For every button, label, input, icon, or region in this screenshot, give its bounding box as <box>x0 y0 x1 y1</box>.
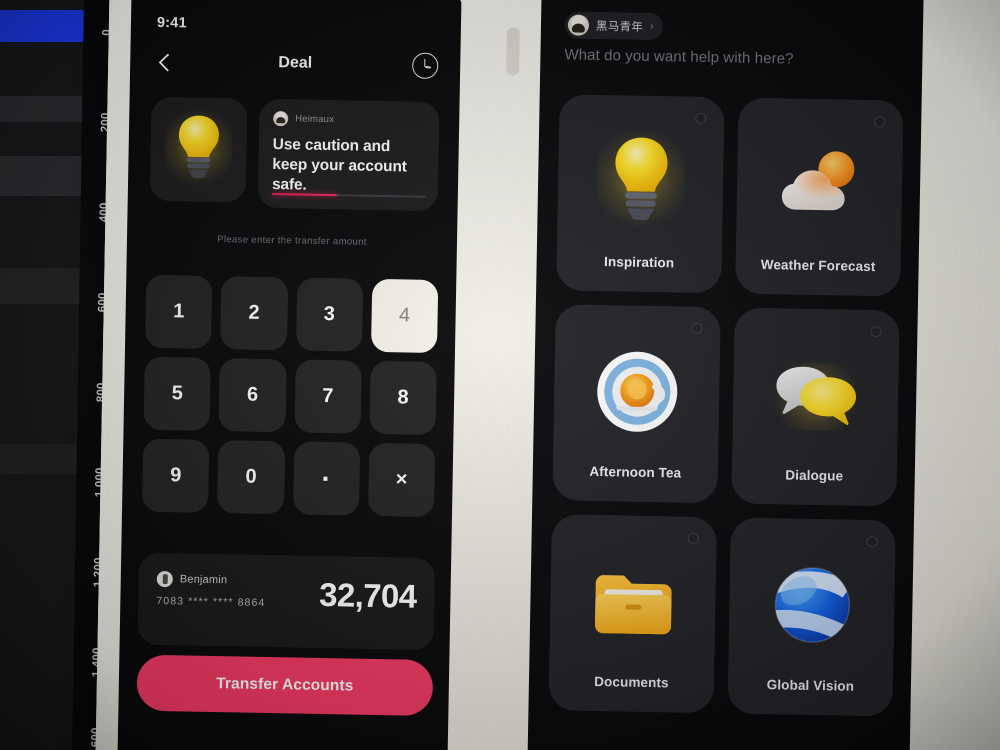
keypad-key-8[interactable]: 8 <box>369 360 437 436</box>
assistant-prompt: What do you want help with here? <box>564 46 794 68</box>
tile-label: Weather Forecast <box>760 256 876 275</box>
right-phone-artboard: 9:41 黑马青年 › What do you want help with h… <box>526 0 925 750</box>
tile-inspiration[interactable]: Inspiration <box>556 94 725 294</box>
person-avatar-icon <box>156 570 173 588</box>
tile-corner-dot <box>870 325 882 338</box>
amount-hint: Please enter the transfer amount <box>217 234 367 248</box>
tile-documents[interactable]: Documents <box>548 514 718 714</box>
user-name: 黑马青年 <box>595 20 644 34</box>
user-avatar-icon <box>567 14 590 36</box>
transfer-accounts-button[interactable]: Transfer Accounts <box>136 654 434 717</box>
design-canvas: 画板 9:41 Deal <box>94 0 1000 750</box>
keypad-key-3[interactable]: 3 <box>295 277 364 352</box>
lightbulb-icon <box>164 103 234 190</box>
tile-label: Global Vision <box>766 677 855 694</box>
status-time: 9:41 <box>156 14 187 32</box>
layer-row[interactable] <box>0 268 92 304</box>
tile-corner-dot <box>866 535 878 548</box>
numeric-keypad: 1 2 3 4 5 6 7 8 9 0 · × <box>142 274 439 518</box>
sun-behind-cloud-icon <box>773 138 867 232</box>
tile-weather-forecast[interactable]: Weather Forecast <box>735 97 904 297</box>
left-phone-artboard: 9:41 Deal Heimaux Use caution and keep y… <box>117 0 462 750</box>
account-summary[interactable]: Benjamin 7083 **** **** 8864 32,704 <box>137 552 436 651</box>
tile-corner-dot <box>687 532 699 544</box>
tile-label: Documents <box>594 673 669 691</box>
warning-message: Use caution and keep your account safe. <box>271 136 407 194</box>
tile-label: Inspiration <box>603 254 675 271</box>
layer-row[interactable] <box>0 96 92 122</box>
keypad-key-7[interactable]: 7 <box>293 359 362 434</box>
folder-icon <box>586 555 680 649</box>
tile-corner-dot <box>874 116 886 128</box>
navigation-bar: Deal <box>130 44 461 88</box>
tile-corner-dot <box>695 112 707 124</box>
warning-card-header: Heimaux <box>273 111 425 129</box>
tile-label: Afternoon Tea <box>589 463 682 481</box>
account-details: Benjamin 7083 **** **** 8864 <box>156 569 266 609</box>
keypad-key-9[interactable]: 9 <box>142 438 210 513</box>
keypad-key-1[interactable]: 1 <box>145 274 213 349</box>
lightbulb-icon <box>594 123 688 233</box>
account-card-number: 7083 **** **** 8864 <box>156 594 266 609</box>
capability-tile-grid: Inspiration Weather Forecast Afternoon T… <box>548 94 904 717</box>
canvas-scroll-indicator[interactable] <box>506 27 520 76</box>
transfer-amount: 32,704 <box>318 575 417 615</box>
keypad-key-decimal[interactable]: · <box>292 441 361 516</box>
account-name-row: Benjamin <box>156 570 266 589</box>
keypad-key-0[interactable]: 0 <box>217 440 285 515</box>
warning-card[interactable]: Heimaux Use caution and keep your accoun… <box>257 98 440 212</box>
globe-icon <box>765 558 859 652</box>
keypad-key-6[interactable]: 6 <box>218 358 287 433</box>
deal-screen: 9:41 Deal Heimaux Use caution and keep y… <box>117 0 461 750</box>
speech-bubbles-icon <box>766 348 865 442</box>
teacup-icon <box>590 345 684 439</box>
tile-afternoon-tea[interactable]: Afternoon Tea <box>552 304 721 504</box>
keypad-key-4[interactable]: 4 <box>370 278 439 354</box>
clock-icon[interactable] <box>411 52 439 80</box>
notice-card-row: Heimaux Use caution and keep your accoun… <box>149 96 440 212</box>
keypad-key-2[interactable]: 2 <box>220 276 288 351</box>
tile-corner-dot <box>691 322 703 334</box>
screenshot-stage: 0 200 400 600 800 1,000 1,200 1,400 1,60… <box>0 0 1000 750</box>
progress-fill <box>271 192 337 197</box>
brand-name: Heimaux <box>295 113 335 126</box>
lightbulb-card[interactable] <box>149 96 248 203</box>
chevron-right-icon: › <box>650 20 654 32</box>
assistant-home-screen: 9:41 黑马青年 › What do you want help with h… <box>526 0 924 750</box>
account-name: Benjamin <box>179 573 228 587</box>
user-chip[interactable]: 黑马青年 › <box>564 11 663 41</box>
page-title: Deal <box>278 54 313 72</box>
keypad-key-delete[interactable]: × <box>367 442 436 518</box>
layer-row[interactable] <box>0 156 92 196</box>
tile-dialogue[interactable]: Dialogue <box>731 307 900 507</box>
keypad-key-5[interactable]: 5 <box>143 356 212 431</box>
brand-avatar-icon <box>273 111 289 127</box>
tile-label: Dialogue <box>785 467 844 484</box>
tile-global-vision[interactable]: Global Vision <box>727 517 896 717</box>
